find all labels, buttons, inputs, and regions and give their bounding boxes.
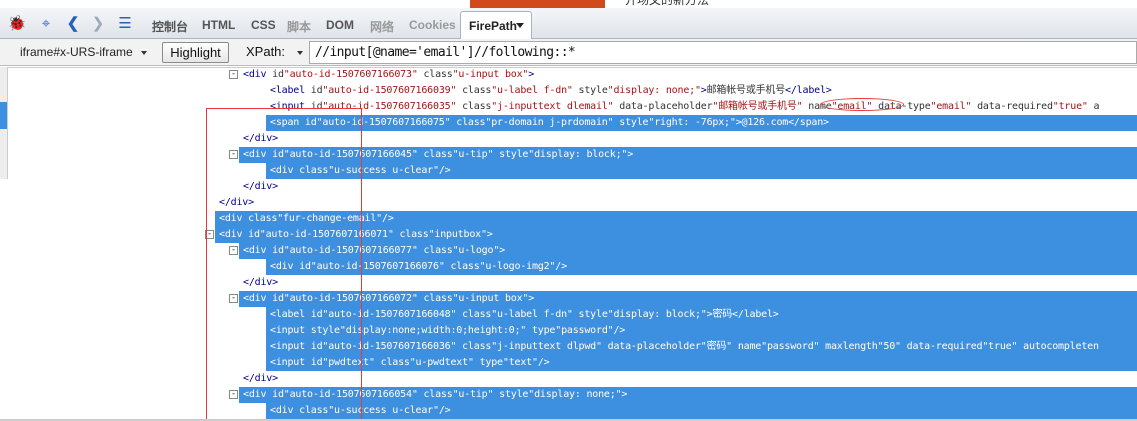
code-line[interactable]: <label id"auto-id-1507607166039" class"u… <box>266 83 1137 99</box>
frame-selector[interactable]: iframe#x-URS-iframe <box>20 45 147 59</box>
firebug-icon[interactable]: 🐞 <box>8 14 27 32</box>
code-line[interactable]: <div class"u-success u-clear"/> <box>266 403 1137 419</box>
code-line-text: <label id"auto-id-1507607166039" class"u… <box>270 85 832 96</box>
tab-console[interactable]: 控制台 <box>152 18 188 35</box>
xpath-selector[interactable]: XPath: <box>246 44 304 59</box>
html-tree: <div id"auto-id-1507607166073" class"u-i… <box>0 67 1137 421</box>
tab-cookies[interactable]: Cookies <box>409 18 456 32</box>
code-line[interactable]: <div id"auto-id-1507607166076" class"u-l… <box>266 259 1137 275</box>
code-line-text: <input id"auto-id-1507607166036" class"j… <box>270 341 1099 352</box>
code-line[interactable]: </div> <box>239 131 1137 147</box>
code-line[interactable]: <div id"auto-id-1507607166045" class"u-t… <box>239 147 1137 163</box>
code-line-text: <input id"auto-id-1507607166035" class"j… <box>270 101 1100 112</box>
chevron-down-icon <box>140 50 147 55</box>
code-line[interactable]: <input id"pwdtext" class"u-pwdtext" type… <box>266 355 1137 371</box>
xpath-label: XPath: <box>246 44 286 59</box>
tab-dom[interactable]: DOM <box>326 18 354 32</box>
code-line-text: <div id"auto-id-1507607166073" class"u-i… <box>243 69 535 80</box>
code-line[interactable]: <div id"auto-id-1507607166077" class"u-l… <box>239 243 1137 259</box>
expand-icon[interactable]: ☰ <box>116 14 134 32</box>
chevron-down-icon <box>516 23 524 28</box>
frame-selector-label: iframe#x-URS-iframe <box>20 45 133 59</box>
tab-firepath[interactable]: FirePath <box>460 11 532 40</box>
highlight-button[interactable]: Highlight <box>162 42 229 63</box>
back-icon[interactable]: ❮ <box>64 14 82 32</box>
firepath-toolbar: iframe#x-URS-iframe Highlight XPath: //i… <box>0 39 1137 66</box>
firebug-toolbar: 🐞 ⌖ ❮ ❯ ☰ 控制台 HTML CSS 脚本 DOM 网络 Cookies… <box>0 8 1137 40</box>
xpath-input[interactable]: //input[@name='email']//following::* <box>309 41 1137 64</box>
tab-net[interactable]: 网络 <box>370 18 394 35</box>
tab-firepath-label: FirePath <box>469 19 518 33</box>
tab-css[interactable]: CSS <box>251 18 276 32</box>
code-line[interactable]: <div id"auto-id-1507607166054" class"u-t… <box>239 387 1137 403</box>
tab-script[interactable]: 脚本 <box>287 18 311 35</box>
code-line[interactable]: <label id"auto-id-1507607166048" class"u… <box>266 307 1137 323</box>
code-line[interactable]: <span id"auto-id-1507607166075" class"pr… <box>266 115 1137 131</box>
code-line[interactable]: <div id"auto-id-1507607166073" class"u-i… <box>239 67 1137 83</box>
page-caption: 开场文的新方法 <box>625 0 710 7</box>
code-line[interactable]: </div> <box>239 275 1137 291</box>
tab-html[interactable]: HTML <box>202 18 235 32</box>
top-strip: 开场文的新方法 <box>0 0 1137 8</box>
forward-icon[interactable]: ❯ <box>89 14 107 32</box>
code-line[interactable]: </div> <box>239 371 1137 387</box>
code-line[interactable]: <input id"auto-id-1507607166035" class"j… <box>266 99 1137 115</box>
inspect-icon[interactable]: ⌖ <box>37 14 55 32</box>
code-line[interactable]: </div> <box>239 179 1137 195</box>
code-line[interactable]: <div class"u-success u-clear"/> <box>266 163 1137 179</box>
annotation-oval <box>820 98 904 111</box>
code-line[interactable]: <input style"display:none;width:0;height… <box>266 323 1137 339</box>
code-line[interactable]: <div id"auto-id-1507607166072" class"u-i… <box>239 291 1137 307</box>
annotation-box <box>206 108 362 421</box>
chevron-down-icon <box>297 50 304 55</box>
code-line[interactable]: <input id"auto-id-1507607166036" class"j… <box>266 339 1137 355</box>
collapse-toggle-icon[interactable]: - <box>229 70 238 79</box>
page-banner <box>470 0 605 8</box>
